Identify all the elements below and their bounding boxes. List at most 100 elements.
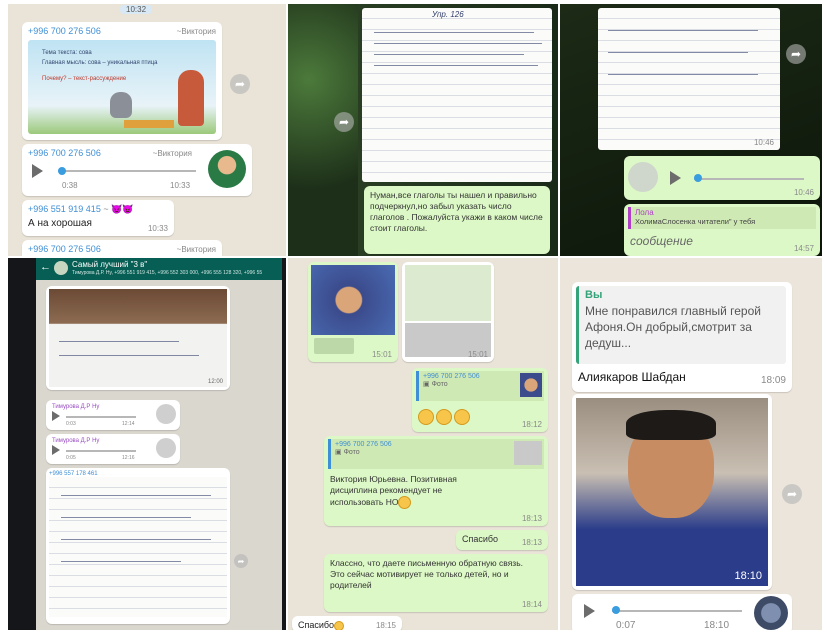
photo-label: ▣ Фото xyxy=(335,449,360,456)
notebook-photo[interactable]: 10:46 xyxy=(598,8,780,150)
forward-icon[interactable]: ➦ xyxy=(334,112,354,132)
sender-name[interactable]: Тимурова Д.Р Ну xyxy=(52,404,174,410)
forward-icon[interactable]: ➦ xyxy=(782,484,802,504)
play-icon[interactable] xyxy=(52,411,60,421)
handwriting-line xyxy=(61,517,191,518)
handwriting-line xyxy=(608,52,748,53)
avatar xyxy=(156,438,176,458)
notebook-heading: Упр. 126 xyxy=(432,10,464,19)
audio-duration: 0:03 xyxy=(66,421,76,427)
emoji-icon xyxy=(418,408,434,425)
back-arrow-icon[interactable]: ← xyxy=(40,261,51,273)
audio-progress-bar[interactable] xyxy=(66,416,136,418)
text-message[interactable]: Спасибо 18:15 xyxy=(292,616,402,630)
chat-panel-3: 10:46 ➦ 10:46 Лола ХолимаСлосенка читате… xyxy=(560,4,822,256)
notebook-photo[interactable]: Упр. 126 xyxy=(362,8,552,182)
slide-line-3: Почему? – текст-рассуждение xyxy=(42,76,127,82)
message-text: Виктория Юрьевна. Позитивная дисциплина … xyxy=(330,474,490,509)
voice-message[interactable]: Тимурова Д.Р Ну 0:03 12:14 xyxy=(46,400,180,430)
handwriting-line xyxy=(59,341,179,342)
sender-name: ~Виктория xyxy=(176,245,216,254)
message-time: 18:15 xyxy=(375,621,396,630)
message-time: 15:01 xyxy=(371,350,392,359)
play-icon[interactable] xyxy=(670,171,681,185)
audio-progress-handle[interactable] xyxy=(58,167,66,175)
chat-panel-2: ➦ Упр. 126 Нуман,все глаголы ты нашел и … xyxy=(288,4,558,256)
audio-progress-bar[interactable] xyxy=(66,450,136,452)
voice-message[interactable]: 10:46 xyxy=(624,156,820,200)
forward-icon[interactable]: ➦ xyxy=(234,554,248,568)
message-time: 12:16 xyxy=(122,455,135,461)
photo-message[interactable]: 15:01 xyxy=(308,262,398,362)
reply-message[interactable]: Вы Мне понравился главный герой Афоня.Он… xyxy=(572,282,792,392)
quoted-message[interactable]: +996 700 276 506 ▣ Фото xyxy=(328,439,544,469)
avatar xyxy=(156,404,176,424)
screen: ← Самый лучший "3 в" Тимурова Д.Р. Ну, +… xyxy=(36,258,282,630)
handwriting-line xyxy=(61,561,181,562)
audio-progress-bar[interactable] xyxy=(612,610,742,612)
text-message[interactable]: Классно, что даете письменную обратную с… xyxy=(324,554,548,612)
teacher-illustration xyxy=(178,70,204,126)
audio-progress-handle[interactable] xyxy=(694,174,702,182)
message-time: 14:57 xyxy=(793,244,814,253)
text-message[interactable]: Нуман,все глаголы ты нашел и правильно п… xyxy=(364,186,550,254)
child-hair xyxy=(626,410,716,440)
photo-time: 12:00 xyxy=(207,379,223,385)
photo-message[interactable]: 18:10 xyxy=(572,394,772,590)
audio-duration: 0:05 xyxy=(66,455,76,461)
audio-progress-handle[interactable] xyxy=(612,606,620,614)
child-photo[interactable]: 18:10 xyxy=(576,398,768,586)
play-icon[interactable] xyxy=(584,604,595,618)
emoji-icon xyxy=(334,620,345,630)
avatar xyxy=(754,596,788,630)
quoted-message[interactable]: Вы Мне понравился главный герой Афоня.Он… xyxy=(576,286,786,364)
play-icon[interactable] xyxy=(52,445,60,455)
audio-progress-bar[interactable] xyxy=(694,178,804,180)
text-message[interactable]: +996 551 919 415 ~ 😈😈 А на хорошая 10:33 xyxy=(22,200,174,236)
owl-illustration xyxy=(110,92,132,118)
photo-reply-message[interactable]: +996 700 276 506 ▣ Фото 18:12 xyxy=(412,368,548,432)
books-illustration xyxy=(124,120,174,128)
quoted-message[interactable]: +996 700 276 506 ▣ Фото xyxy=(416,371,544,401)
photo-message[interactable]: +996 557 178 461 xyxy=(46,468,230,624)
forward-icon[interactable]: ➦ xyxy=(786,44,806,64)
document-photo[interactable] xyxy=(405,265,491,321)
handwriting-line xyxy=(608,30,758,31)
chat-members: Тимурова Д.Р. Ну, +996 551 919 415, +996… xyxy=(72,270,262,276)
food-photo[interactable]: 12:00 xyxy=(49,289,227,387)
voice-message[interactable]: +996 700 276 506 ~Виктория 0:38 10:33 xyxy=(22,144,252,196)
sender-name: ~Виктория xyxy=(152,149,192,158)
audio-progress-bar[interactable] xyxy=(58,170,196,172)
slide-image[interactable]: Тема текста: сова Главная мысль: сова – … xyxy=(28,40,216,134)
sender-phone[interactable]: +996 551 919 415 ~ 😈😈 xyxy=(28,204,168,215)
chat-title[interactable]: Самый лучший "3 в" xyxy=(72,260,147,269)
forward-icon[interactable]: ➦ xyxy=(230,74,250,94)
chat-panel-4: ← Самый лучший "3 в" Тимурова Д.Р. Ну, +… xyxy=(8,258,286,630)
sender-name: ~Виктория xyxy=(176,27,216,36)
voice-message[interactable]: 0:07 18:10 xyxy=(572,594,792,630)
message-time: 18:09 xyxy=(760,375,786,386)
photo-reply-message[interactable]: +996 700 276 506 ▣ Фото Виктория Юрьевна… xyxy=(324,436,548,526)
photo-message[interactable]: 15:01 xyxy=(402,262,494,362)
handwriting-line xyxy=(374,65,538,66)
child-photo[interactable] xyxy=(311,265,395,335)
notebook-photo[interactable] xyxy=(49,477,227,617)
quote-thumbnail xyxy=(514,441,542,465)
message-text: Нуман,все глаголы ты нашел и правильно п… xyxy=(370,190,543,233)
handwriting-line xyxy=(61,539,211,540)
voice-message[interactable]: Тимурова Д.Р Ну 0:05 12:16 xyxy=(46,434,180,464)
emoji-icon: 😈😈 xyxy=(111,204,134,214)
play-icon[interactable] xyxy=(32,164,43,178)
emoji-row xyxy=(418,408,472,426)
reply-message[interactable]: Лола ХолимаСлосенка читатели" у тебя соо… xyxy=(624,204,820,256)
quoted-message[interactable]: Лола ХолимаСлосенка читатели" у тебя xyxy=(628,207,816,229)
quote-author: Лола xyxy=(635,208,654,217)
sender-name[interactable]: Тимурова Д.Р Ну xyxy=(52,438,174,444)
text-message[interactable]: +996 700 276 506 ~Виктория xyxy=(22,240,222,256)
handwriting-line xyxy=(374,43,542,44)
avatar[interactable] xyxy=(54,261,68,275)
photo-message[interactable]: 12:00 xyxy=(46,286,230,390)
photo-message[interactable]: +996 700 276 506 ~Виктория Тема текста: … xyxy=(22,22,222,140)
text-message[interactable]: Спасибо 18:13 xyxy=(456,530,548,550)
camera-icon: ▣ xyxy=(335,449,342,456)
